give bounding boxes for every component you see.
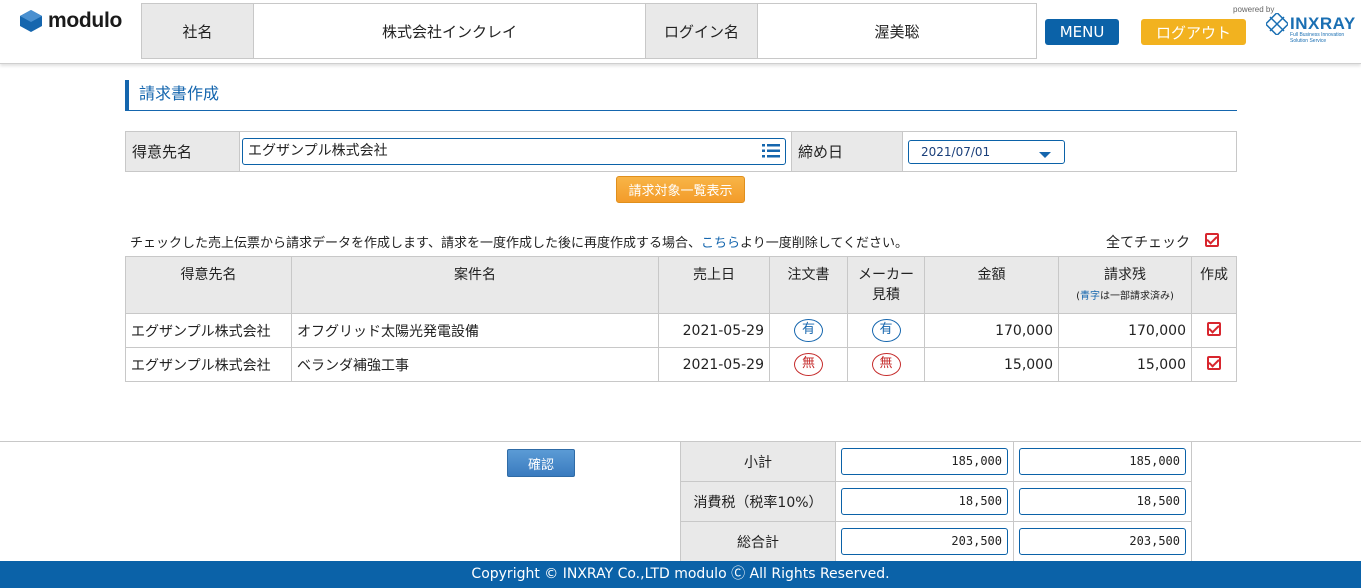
instruction-after: より一度削除してください。 <box>739 236 908 251</box>
logout-button[interactable]: ログアウト <box>1141 19 1246 45</box>
customer-label: 得意先名 <box>126 132 240 171</box>
instruction-text: チェックした売上伝票から請求データを作成します、請求を一度作成した後に再度作成す… <box>130 232 908 251</box>
tax-remaining-field[interactable]: 18,500 <box>1019 488 1186 515</box>
maker-badge[interactable]: 有 <box>871 319 901 342</box>
row-amount: 170,000 <box>924 313 1059 348</box>
col-maker: メーカー 見積 <box>847 256 925 314</box>
row-maker-cell: 無 <box>847 347 925 382</box>
tax-row: 消費税（税率10%） 18,500 18,500 <box>680 481 1192 522</box>
col-create: 作成 <box>1191 256 1237 314</box>
confirm-button[interactable]: 確認 <box>507 449 575 477</box>
total-label: 総合計 <box>680 521 836 562</box>
col-sales-date: 売上日 <box>658 256 770 314</box>
subtotal-cell-a: 185,000 <box>835 441 1014 482</box>
total-remaining-field[interactable]: 203,500 <box>1019 528 1186 555</box>
copyright-footer: Copyright © INXRAY Co.,LTD modulo Ⓒ All … <box>0 561 1361 588</box>
list-icon[interactable] <box>762 143 780 159</box>
table-header-row: 得意先名 案件名 売上日 注文書 メーカー 見積 金額 請求残 (青字は一部請求… <box>125 256 1237 314</box>
inxray-logo-icon <box>1266 13 1288 35</box>
table-row: エグザンプル株式会社 オフグリッド太陽光発電設備 2021-05-29 有 有 … <box>125 313 1237 348</box>
row-create-cell <box>1191 313 1237 348</box>
brand-name: INXRAY <box>1290 14 1356 33</box>
brand-tagline: Full Business Innovation Solution Servic… <box>1290 32 1345 44</box>
company-value: 株式会社インクレイ <box>254 4 646 58</box>
sales-table: 得意先名 案件名 売上日 注文書 メーカー 見積 金額 請求残 (青字は一部請求… <box>125 256 1237 382</box>
note-rest: は一部請求済み) <box>1100 291 1174 302</box>
subtotal-remaining-field[interactable]: 185,000 <box>1019 448 1186 475</box>
col-maker-line1: メーカー <box>858 267 914 283</box>
table-row: エグザンプル株式会社 ベランダ補強工事 2021-05-29 無 無 15,00… <box>125 347 1237 382</box>
col-project: 案件名 <box>291 256 659 314</box>
row-date: 2021-05-29 <box>658 313 770 348</box>
row-amount: 15,000 <box>924 347 1059 382</box>
closing-label: 締め日 <box>792 132 903 171</box>
subtotal-row: 小計 185,000 185,000 <box>680 441 1192 482</box>
total-field[interactable]: 203,500 <box>841 528 1008 555</box>
order-badge[interactable]: 無 <box>794 353 823 376</box>
menu-button[interactable]: MENU <box>1045 19 1119 45</box>
tax-label: 消費税（税率10%） <box>680 481 836 522</box>
create-checkbox[interactable] <box>1207 321 1221 336</box>
app-header: modulo 社名 株式会社インクレイ ログイン名 渥美聡 MENU ログアウト… <box>0 0 1361 64</box>
page-title: 請求書作成 <box>125 80 1237 111</box>
col-remaining-note: (青字は一部請求済み) <box>1059 287 1191 302</box>
row-date: 2021-05-29 <box>658 347 770 382</box>
create-checkbox[interactable] <box>1207 355 1221 370</box>
row-order-cell: 無 <box>769 347 848 382</box>
col-remaining: 請求残 (青字は一部請求済み) <box>1058 256 1192 314</box>
user-info-table: 社名 株式会社インクレイ ログイン名 渥美聡 <box>141 3 1037 59</box>
row-customer: エグザンプル株式会社 <box>125 313 292 348</box>
check-all-checkbox[interactable] <box>1205 233 1219 247</box>
row-project: オフグリッド太陽光発電設備 <box>291 313 659 348</box>
col-customer: 得意先名 <box>125 256 292 314</box>
subtotal-label: 小計 <box>680 441 836 482</box>
col-maker-line2: 見積 <box>872 287 900 303</box>
logo-text: modulo <box>48 9 123 32</box>
total-cell-a: 203,500 <box>835 521 1014 562</box>
subtotal-field[interactable]: 185,000 <box>841 448 1008 475</box>
row-project: ベランダ補強工事 <box>291 347 659 382</box>
app-logo[interactable]: modulo <box>19 9 122 33</box>
check-all-label: 全てチェック <box>1106 235 1190 251</box>
row-remaining: 15,000 <box>1058 347 1192 382</box>
col-order: 注文書 <box>769 256 848 314</box>
note-blue: 青字 <box>1080 291 1100 302</box>
customer-input[interactable]: エグザンプル株式会社 <box>242 138 786 165</box>
row-create-cell <box>1191 347 1237 382</box>
order-badge[interactable]: 有 <box>794 319 823 342</box>
maker-badge[interactable]: 無 <box>871 353 901 376</box>
login-label: ログイン名 <box>646 4 758 58</box>
tax-cell-b: 18,500 <box>1013 481 1192 522</box>
delete-link[interactable]: こちら <box>701 236 740 251</box>
row-customer: エグザンプル株式会社 <box>125 347 292 382</box>
row-remaining: 170,000 <box>1058 313 1192 348</box>
totals-table: 小計 185,000 185,000 消費税（税率10%） 18,500 18,… <box>680 441 1192 562</box>
chevron-down-icon[interactable] <box>1039 152 1051 158</box>
login-value: 渥美聡 <box>874 22 920 41</box>
total-row: 総合計 203,500 203,500 <box>680 521 1192 562</box>
tax-cell-a: 18,500 <box>835 481 1014 522</box>
show-billing-list-button[interactable]: 請求対象一覧表示 <box>616 176 745 203</box>
row-maker-cell: 有 <box>847 313 925 348</box>
col-remaining-label: 請求残 <box>1104 267 1146 283</box>
company-label: 社名 <box>142 4 254 58</box>
modulo-logo-icon <box>20 10 42 32</box>
instruction-before: チェックした売上伝票から請求データを作成します、請求を一度作成した後に再度作成す… <box>130 236 701 251</box>
subtotal-cell-b: 185,000 <box>1013 441 1192 482</box>
col-amount: 金額 <box>924 256 1059 314</box>
total-cell-b: 203,500 <box>1013 521 1192 562</box>
tax-field[interactable]: 18,500 <box>841 488 1008 515</box>
row-order-cell: 有 <box>769 313 848 348</box>
